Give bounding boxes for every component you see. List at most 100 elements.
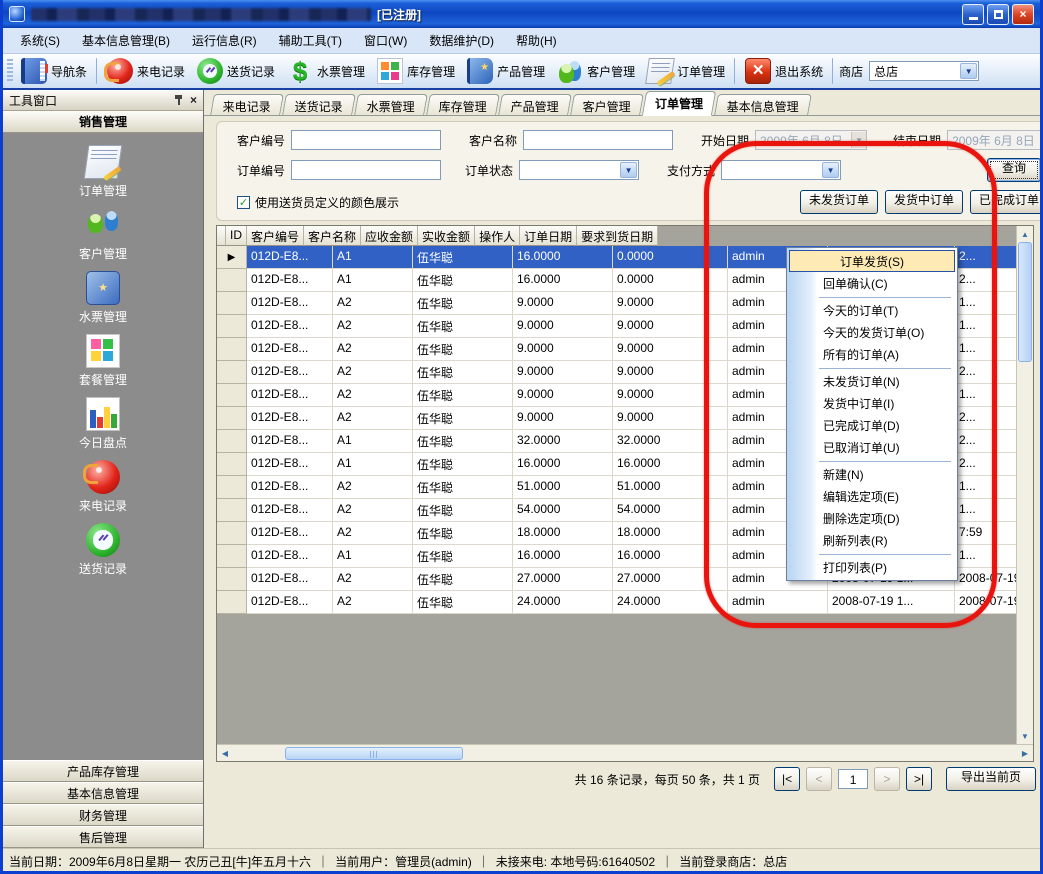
scroll-up-icon[interactable]: ▲: [1017, 226, 1033, 242]
context-menu-item[interactable]: 订单发货(S): [789, 250, 955, 272]
grid-column-header[interactable]: 要求到货日期: [577, 226, 658, 246]
toolbar-button[interactable]: [96, 58, 98, 84]
grid-column-header[interactable]: 客户编号: [247, 226, 304, 246]
minimize-button[interactable]: [962, 4, 984, 25]
toolbar-button[interactable]: 送货记录: [191, 56, 281, 86]
horizontal-scrollbar[interactable]: ◀ ▶: [217, 744, 1033, 761]
chevron-down-icon[interactable]: ▼: [960, 63, 977, 79]
chevron-down-icon[interactable]: ▼: [620, 162, 637, 178]
toolbar-button[interactable]: [734, 58, 736, 84]
scroll-left-icon[interactable]: ◀: [217, 749, 233, 758]
tab[interactable]: 客户管理: [570, 94, 644, 115]
context-menu-item[interactable]: 编辑选定项(E): [789, 485, 955, 507]
tab[interactable]: 来电记录: [210, 94, 284, 115]
pin-icon[interactable]: [172, 94, 184, 106]
status-filter-button[interactable]: 已完成订单: [970, 190, 1043, 214]
order-code-input[interactable]: [291, 160, 441, 180]
sidebar-section-item[interactable]: 产品库存管理: [3, 760, 203, 782]
start-date-picker[interactable]: 2009年 6月 8日 ▼: [755, 130, 867, 150]
sidebar-section-item[interactable]: 基本信息管理: [3, 782, 203, 804]
export-current-page-button[interactable]: 导出当前页: [946, 767, 1036, 791]
grid-column-header[interactable]: [217, 226, 226, 246]
tab[interactable]: 产品管理: [498, 94, 572, 115]
tab[interactable]: 水票管理: [354, 94, 428, 115]
color-display-checkbox[interactable]: ✓: [237, 196, 250, 209]
context-menu-item[interactable]: 刷新列表(R): [789, 529, 955, 551]
sidebar-item[interactable]: 今日盘点: [3, 397, 203, 460]
maximize-button[interactable]: [987, 4, 1009, 25]
grid-column-header[interactable]: 客户名称: [304, 226, 361, 246]
customer-name-input[interactable]: [523, 130, 673, 150]
table-row[interactable]: 012D-E8... A2 伍华聪 24.0000 24.0000 admin …: [217, 591, 1034, 614]
context-menu-item[interactable]: 删除选定项(D): [789, 507, 955, 529]
context-menu-item[interactable]: 所有的订单(A): [789, 343, 955, 365]
sidebar-item[interactable]: 订单管理: [3, 145, 203, 208]
sidebar-item[interactable]: 客户管理: [3, 208, 203, 271]
context-menu-item[interactable]: 未发货订单(N): [789, 370, 955, 392]
next-page-button[interactable]: >: [874, 767, 900, 791]
menu-bar-item[interactable]: 数据维护(D): [418, 28, 505, 53]
sidebar-item[interactable]: 送货记录: [3, 523, 203, 586]
toolbar-button[interactable]: 退出系统: [739, 56, 829, 86]
scroll-right-icon[interactable]: ▶: [1017, 749, 1033, 758]
chevron-down-icon[interactable]: ▼: [822, 162, 839, 178]
grid-column-header[interactable]: ID: [226, 226, 247, 246]
grid-column-header[interactable]: 订单日期: [520, 226, 577, 246]
prev-page-button[interactable]: <: [806, 767, 832, 791]
chevron-down-icon[interactable]: ▼: [851, 132, 866, 148]
sidebar-section-item[interactable]: 财务管理: [3, 804, 203, 826]
context-menu-item[interactable]: 今天的订单(T): [789, 299, 955, 321]
sidebar-item[interactable]: 套餐管理: [3, 334, 203, 397]
toolbar-button[interactable]: 来电记录: [101, 56, 191, 86]
pay-method-select[interactable]: ▼: [721, 160, 841, 180]
query-button[interactable]: 查询: [987, 158, 1041, 182]
toolbar-button[interactable]: 订单管理: [641, 56, 731, 86]
toolbar-button[interactable]: 客户管理: [551, 56, 641, 86]
page-number-input[interactable]: 1: [838, 769, 868, 789]
menu-bar-item[interactable]: 运行信息(R): [181, 28, 268, 53]
status-filter-button[interactable]: 发货中订单: [885, 190, 963, 214]
grid-column-header[interactable]: 应收金额: [361, 226, 418, 246]
tab[interactable]: 库存管理: [426, 94, 500, 115]
grid-column-header[interactable]: 操作人: [475, 226, 520, 246]
toolbar-button[interactable]: [832, 58, 834, 84]
order-status-select[interactable]: ▼: [519, 160, 639, 180]
vertical-scrollbar[interactable]: ▲ ▼: [1016, 226, 1033, 744]
tab[interactable]: 送货记录: [282, 94, 356, 115]
close-button[interactable]: ×: [1012, 4, 1034, 25]
context-menu-item[interactable]: 发货中订单(I): [789, 392, 955, 414]
scroll-down-icon[interactable]: ▼: [1017, 728, 1033, 744]
menu-bar-item[interactable]: 辅助工具(T): [268, 28, 353, 53]
menu-bar-item[interactable]: 基本信息管理(B): [71, 28, 181, 53]
vertical-scrollbar-thumb[interactable]: [1018, 242, 1032, 362]
last-page-button[interactable]: >|: [906, 767, 932, 791]
toolbar: 导航条 来电记录 送货记录 水票管理 库存管理 产品管理 客户: [3, 54, 1040, 90]
horizontal-scrollbar-thumb[interactable]: [285, 747, 463, 760]
toolbar-button[interactable]: 导航条: [15, 56, 93, 86]
first-page-button[interactable]: |<: [774, 767, 800, 791]
toolbar-button[interactable]: 库存管理: [371, 56, 461, 86]
end-date-picker[interactable]: 2009年 6月 8日 ▼: [947, 130, 1043, 150]
context-menu-item[interactable]: 已完成订单(D): [789, 414, 955, 436]
tab[interactable]: 基本信息管理: [714, 94, 812, 115]
menu-bar-item[interactable]: 帮助(H): [505, 28, 568, 53]
context-menu-item[interactable]: 回单确认(C): [789, 272, 955, 294]
shop-combobox[interactable]: 总店 ▼: [869, 61, 979, 81]
context-menu-item[interactable]: 已取消订单(U): [789, 436, 955, 458]
menu-bar-item[interactable]: 系统(S): [9, 28, 71, 53]
sidebar-item[interactable]: 来电记录: [3, 460, 203, 523]
menu-bar-item[interactable]: 窗口(W): [353, 28, 418, 53]
sidebar-item[interactable]: 水票管理: [3, 271, 203, 334]
sidebar-close-icon[interactable]: ×: [190, 94, 197, 106]
status-filter-button[interactable]: 未发货订单: [800, 190, 878, 214]
customer-code-input[interactable]: [291, 130, 441, 150]
sidebar-section-item[interactable]: 售后管理: [3, 826, 203, 848]
context-menu-item[interactable]: 今天的发货订单(O): [789, 321, 955, 343]
toolbar-button[interactable]: 产品管理: [461, 56, 551, 86]
grid-column-header[interactable]: 实收金额: [418, 226, 475, 246]
context-menu-item[interactable]: 新建(N): [789, 463, 955, 485]
sidebar-section-sales[interactable]: 销售管理: [3, 111, 203, 133]
context-menu-item[interactable]: 打印列表(P): [789, 556, 955, 578]
toolbar-button[interactable]: 水票管理: [281, 56, 371, 86]
tab[interactable]: 订单管理: [642, 91, 716, 116]
